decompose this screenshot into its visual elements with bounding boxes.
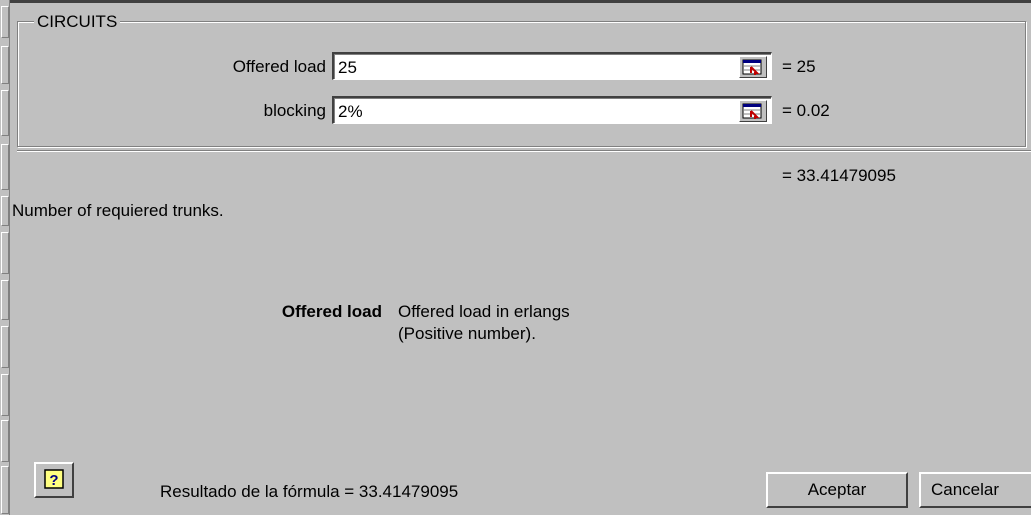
cancel-button[interactable]: Cancelar bbox=[919, 472, 1031, 508]
blocking-label: blocking bbox=[263, 101, 326, 120]
help-argument-name: Offered load bbox=[281, 302, 382, 321]
blocking-evaluated: = 0.02 bbox=[782, 101, 830, 120]
range-select-icon bbox=[742, 103, 762, 119]
sheet-cell bbox=[1, 196, 9, 226]
sheet-cell bbox=[1, 374, 9, 416]
function-description: Number of requiered trunks. bbox=[12, 201, 224, 220]
blocking-input[interactable] bbox=[334, 98, 722, 126]
help-question-icon: ? bbox=[44, 469, 64, 489]
offered-load-label: Offered load bbox=[232, 57, 326, 76]
offered-load-input[interactable] bbox=[334, 54, 722, 82]
range-select-icon bbox=[742, 59, 762, 75]
offered-load-field[interactable] bbox=[332, 52, 772, 82]
sheet-cell bbox=[1, 144, 9, 190]
blocking-field[interactable] bbox=[332, 96, 772, 126]
sheet-left-strip bbox=[0, 0, 10, 515]
sheet-cell bbox=[1, 466, 9, 514]
formula-result: Resultado de la fórmula = 33.41479095 bbox=[160, 482, 459, 501]
offered-load-evaluated: = 25 bbox=[782, 57, 816, 76]
circuits-groupbox bbox=[17, 21, 1026, 147]
sheet-cell bbox=[1, 326, 9, 368]
svg-text:?: ? bbox=[49, 472, 58, 489]
sheet-cell bbox=[1, 90, 9, 136]
groupbox-title: CIRCUITS bbox=[34, 12, 121, 32]
sheet-cell bbox=[1, 46, 9, 84]
sheet-cell bbox=[1, 6, 9, 38]
function-result: = 33.41479095 bbox=[782, 166, 896, 185]
help-button[interactable]: ? bbox=[34, 462, 74, 498]
collapse-dialog-button[interactable] bbox=[739, 100, 767, 122]
help-argument-text-line1: Offered load in erlangs bbox=[398, 302, 570, 321]
divider bbox=[17, 150, 1031, 152]
accept-button[interactable]: Aceptar bbox=[766, 472, 908, 508]
help-argument-text-line2: (Positive number). bbox=[398, 324, 536, 343]
sheet-cell bbox=[1, 420, 9, 462]
collapse-dialog-button[interactable] bbox=[739, 56, 767, 78]
window-top-edge bbox=[0, 0, 1031, 3]
sheet-cell bbox=[1, 232, 9, 274]
sheet-cell bbox=[1, 280, 9, 320]
